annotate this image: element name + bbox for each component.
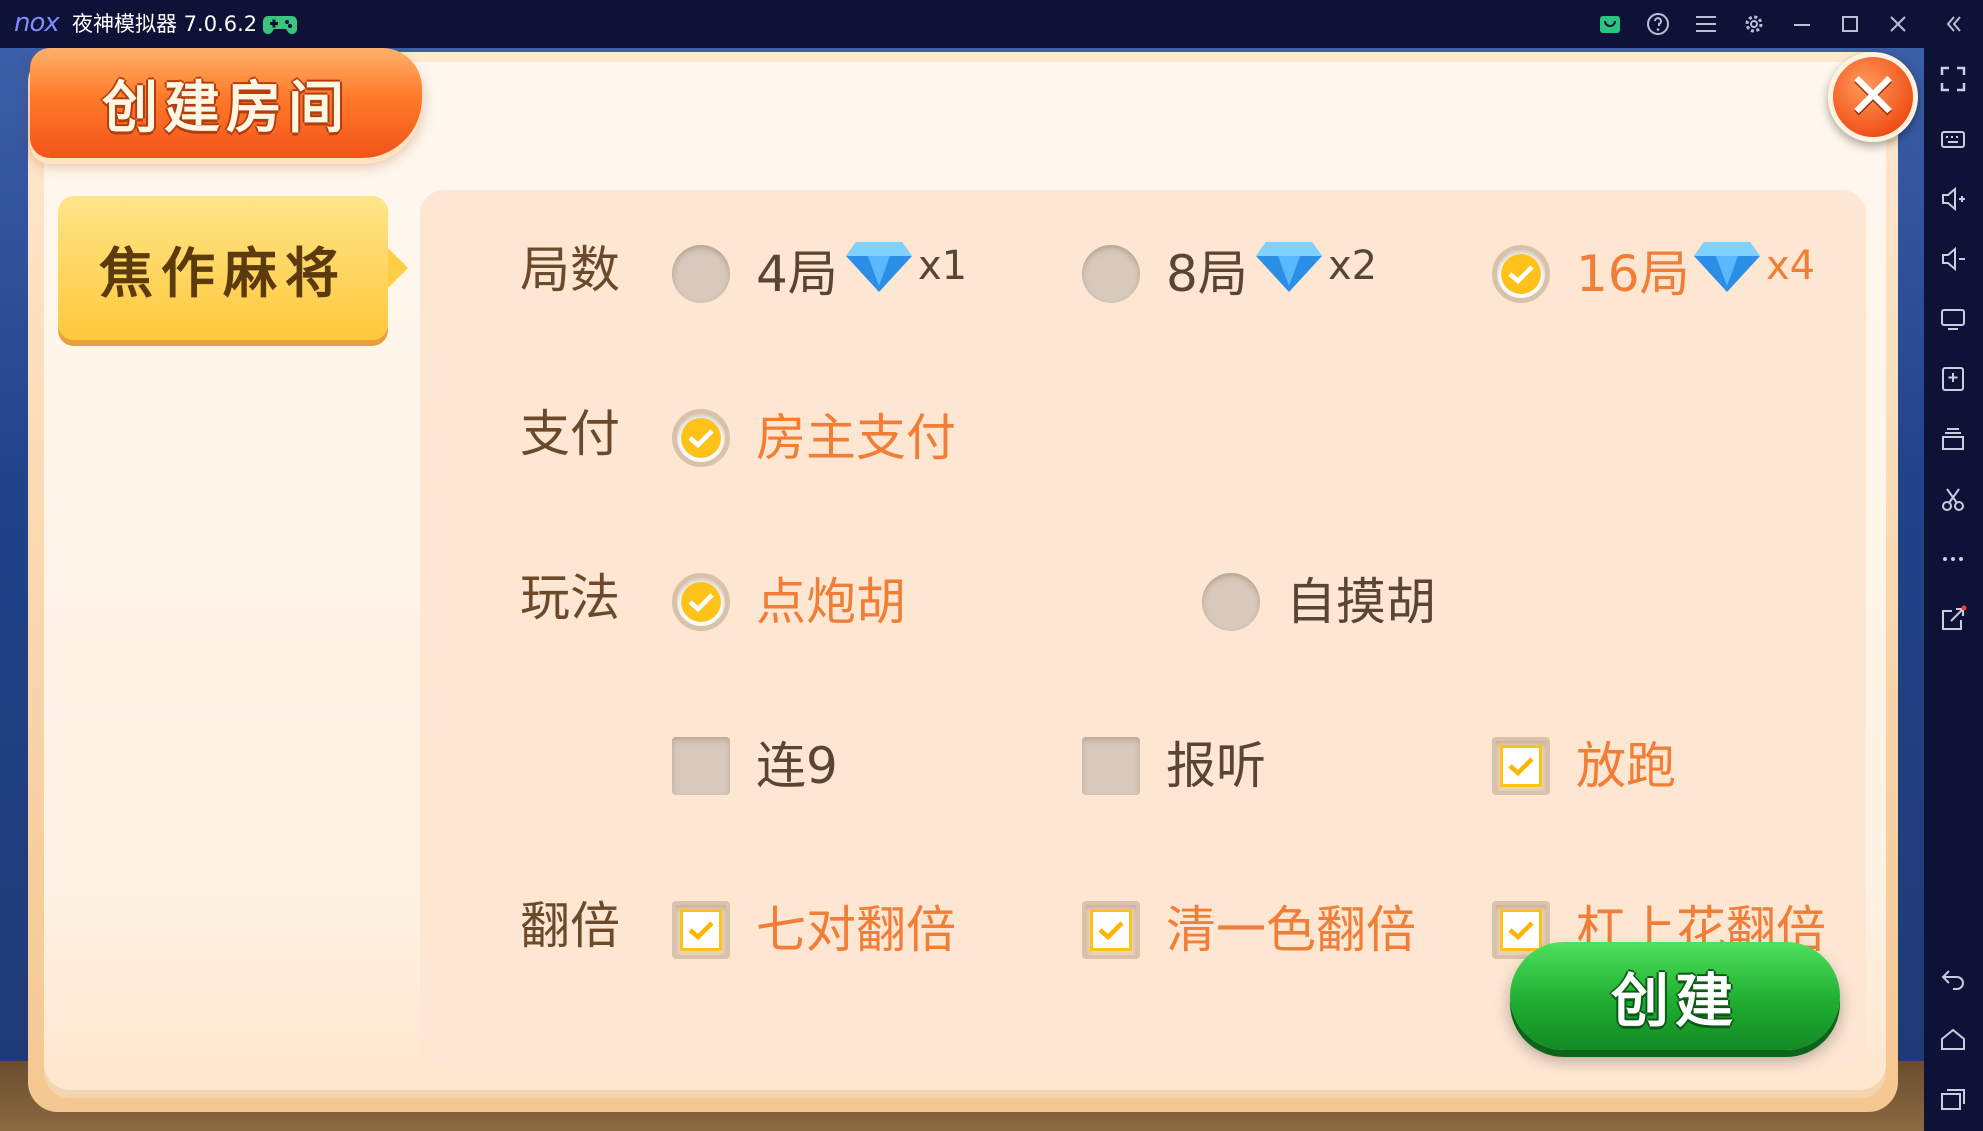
close-icon: ✕ bbox=[1846, 60, 1900, 134]
checkbox-checked[interactable] bbox=[1492, 737, 1550, 795]
rounds-option-label: 8局 bbox=[1166, 245, 1248, 303]
collapse-sidebar-icon[interactable] bbox=[1940, 10, 1968, 38]
volume-down-icon[interactable] bbox=[1938, 244, 1968, 274]
help-icon[interactable] bbox=[1644, 10, 1672, 38]
options-panel: 局数 4局 x1 8局 x2 16局 x4 支付 房主支付 玩法 点炮胡 自摸胡… bbox=[420, 190, 1866, 1070]
rounds-option-label: 16局 bbox=[1576, 245, 1690, 303]
radio-button-selected[interactable] bbox=[672, 573, 730, 631]
rounds-option-8[interactable]: 8局 bbox=[1082, 244, 1248, 304]
check-icon bbox=[1508, 265, 1534, 285]
cost-multiplier: x4 bbox=[1766, 243, 1816, 289]
check-icon bbox=[1508, 921, 1534, 941]
rounds-option-4[interactable]: 4局 bbox=[672, 244, 838, 304]
cost-badge: x4 bbox=[1692, 236, 1815, 296]
cost-badge: x1 bbox=[844, 236, 967, 296]
checkbox-checked[interactable] bbox=[1082, 901, 1140, 959]
double-label: 翻倍 bbox=[520, 897, 620, 955]
payment-option-host[interactable]: 房主支付 bbox=[672, 408, 956, 468]
radio-button[interactable] bbox=[672, 245, 730, 303]
check-icon bbox=[688, 921, 714, 941]
rounds-option-16[interactable]: 16局 bbox=[1492, 244, 1690, 304]
payment-label: 支付 bbox=[520, 405, 620, 463]
share-icon[interactable] bbox=[1938, 604, 1968, 634]
close-dialog-button[interactable]: ✕ bbox=[1828, 52, 1918, 142]
fullscreen-icon[interactable] bbox=[1938, 64, 1968, 94]
play-option-label: 点炮胡 bbox=[756, 573, 906, 631]
keyboard-icon[interactable] bbox=[1938, 124, 1968, 154]
rounds-label: 局数 bbox=[520, 241, 620, 299]
home-icon[interactable] bbox=[1938, 1024, 1968, 1054]
cost-multiplier: x1 bbox=[918, 243, 968, 289]
extra-option-fangpao[interactable]: 放跑 bbox=[1492, 736, 1676, 796]
close-window-icon[interactable] bbox=[1884, 10, 1912, 38]
double-option-qidui[interactable]: 七对翻倍 bbox=[672, 900, 956, 960]
cost-multiplier: x2 bbox=[1328, 243, 1378, 289]
diamond-icon bbox=[846, 242, 912, 292]
payment-option-label: 房主支付 bbox=[756, 409, 956, 467]
radio-button[interactable] bbox=[1202, 573, 1260, 631]
play-option-zimohu[interactable]: 自摸胡 bbox=[1202, 572, 1436, 632]
nox-logo: nox bbox=[14, 8, 60, 38]
game-screen: 创建房间 ✕ 焦作麻将 局数 4局 x1 8局 x2 16局 x4 支付 房主支… bbox=[0, 48, 1924, 1131]
check-icon bbox=[688, 429, 714, 449]
mode-tab-jiaozuo[interactable]: 焦作麻将 bbox=[58, 196, 408, 340]
recent-apps-icon[interactable] bbox=[1938, 1084, 1968, 1114]
gamepad-icon[interactable] bbox=[262, 10, 298, 38]
apk-install-icon[interactable] bbox=[1938, 364, 1968, 394]
radio-button-selected[interactable] bbox=[1492, 245, 1550, 303]
dialog-title: 创建房间 bbox=[102, 75, 350, 141]
extra-option-lian9[interactable]: 连9 bbox=[672, 736, 838, 796]
extra-option-label: 连9 bbox=[756, 737, 838, 795]
screen-icon[interactable] bbox=[1938, 304, 1968, 334]
play-option-label: 自摸胡 bbox=[1286, 573, 1436, 631]
diamond-icon bbox=[1694, 242, 1760, 292]
back-icon[interactable] bbox=[1938, 964, 1968, 994]
mode-tab-label: 焦作麻将 bbox=[99, 241, 347, 305]
checkbox[interactable] bbox=[672, 737, 730, 795]
maximize-icon[interactable] bbox=[1836, 10, 1864, 38]
cost-badge: x2 bbox=[1254, 236, 1377, 296]
dialog-title-banner: 创建房间 bbox=[30, 48, 422, 158]
settings-gear-icon[interactable] bbox=[1740, 10, 1768, 38]
store-icon[interactable] bbox=[1596, 10, 1624, 38]
diamond-icon bbox=[1256, 242, 1322, 292]
check-icon bbox=[1098, 921, 1124, 941]
emulator-titlebar: nox 夜神模拟器 7.0.6.2 bbox=[0, 0, 1983, 48]
checkbox-checked[interactable] bbox=[672, 901, 730, 959]
volume-up-icon[interactable] bbox=[1938, 184, 1968, 214]
check-icon bbox=[688, 593, 714, 613]
minimize-icon[interactable] bbox=[1788, 10, 1816, 38]
check-icon bbox=[1508, 757, 1534, 777]
double-option-qingyise[interactable]: 清一色翻倍 bbox=[1082, 900, 1416, 960]
extra-option-baoting[interactable]: 报听 bbox=[1082, 736, 1266, 796]
play-label: 玩法 bbox=[520, 569, 620, 627]
double-option-label: 七对翻倍 bbox=[756, 901, 956, 959]
extra-option-label: 报听 bbox=[1166, 737, 1266, 795]
window-title: 夜神模拟器 7.0.6.2 bbox=[72, 12, 258, 36]
radio-button[interactable] bbox=[1082, 245, 1140, 303]
rounds-option-label: 4局 bbox=[756, 245, 838, 303]
menu-icon[interactable] bbox=[1692, 10, 1720, 38]
scissors-icon[interactable] bbox=[1938, 484, 1968, 514]
play-option-dianpaohu[interactable]: 点炮胡 bbox=[672, 572, 906, 632]
multi-instance-icon[interactable] bbox=[1938, 424, 1968, 454]
double-option-label: 清一色翻倍 bbox=[1166, 901, 1416, 959]
extra-option-label: 放跑 bbox=[1576, 737, 1676, 795]
more-icon[interactable] bbox=[1938, 544, 1968, 574]
create-room-button[interactable]: 创建 bbox=[1510, 942, 1840, 1050]
checkbox[interactable] bbox=[1082, 737, 1140, 795]
radio-button-selected[interactable] bbox=[672, 409, 730, 467]
emulator-sidebar bbox=[1924, 48, 1983, 1131]
create-button-label: 创建 bbox=[1610, 967, 1739, 1035]
